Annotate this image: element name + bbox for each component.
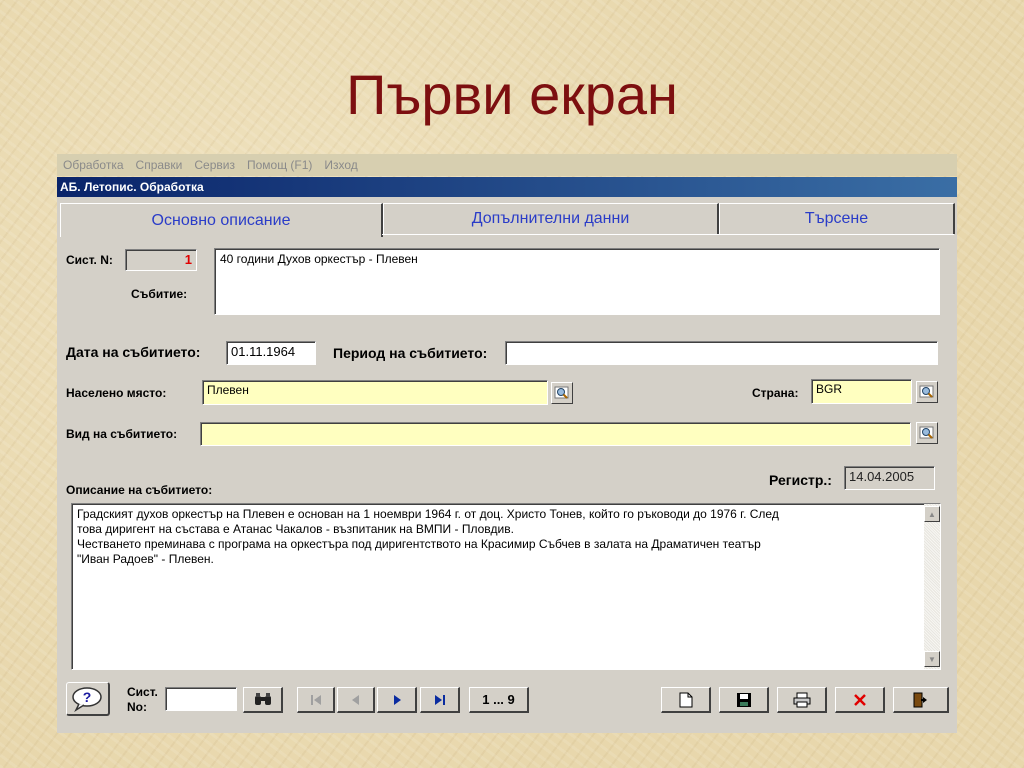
place-lookup-button[interactable] [551, 382, 573, 404]
first-record-button[interactable] [297, 687, 335, 713]
date-label: Дата на събитието: [66, 344, 201, 360]
event-type-field[interactable] [200, 422, 911, 446]
binoculars-icon [254, 692, 271, 705]
record-range-button[interactable]: 1 ... 9 [469, 687, 529, 713]
event-field[interactable]: 40 години Духов оркестър - Плевен [214, 248, 940, 315]
menu-bar: Обработка Справки Сервиз Помощ (F1) Изхо… [57, 154, 957, 176]
delete-x-icon [853, 693, 866, 706]
sys-no-label-line1: Сист. [127, 685, 158, 699]
registered-label: Регистр.: [769, 472, 832, 488]
country-lookup-button[interactable] [916, 381, 938, 403]
tab-additional-data[interactable]: Допълнителни данни [383, 203, 719, 234]
place-label: Населено място: [66, 386, 167, 400]
exit-door-icon [913, 692, 927, 707]
window-title: АБ. Летопис. Обработка [60, 180, 204, 194]
lookup-search-icon [919, 426, 934, 439]
slide-title: Първи екран [346, 63, 678, 126]
description-line: това диригент на състава е Атанас Чакало… [77, 522, 514, 536]
tab-divider [382, 234, 954, 235]
scroll-down-button[interactable]: ▼ [924, 651, 940, 667]
search-button[interactable] [243, 687, 283, 713]
next-record-icon [393, 694, 401, 705]
help-button[interactable]: ? [66, 682, 110, 716]
country-label: Страна: [752, 386, 799, 400]
description-line: Градският духов оркестър на Плевен е осн… [77, 507, 779, 521]
tab-main-description[interactable]: Основно описание [60, 203, 383, 237]
window-title-bar: АБ. Летопис. Обработка [57, 177, 957, 197]
help-glyph: ? [82, 689, 91, 705]
prev-record-button[interactable] [337, 687, 375, 713]
menu-item-processing[interactable]: Обработка [63, 158, 124, 172]
lookup-search-icon [554, 386, 569, 399]
menu-item-service[interactable]: Сервиз [194, 158, 235, 172]
delete-button[interactable] [835, 687, 885, 713]
lookup-search-icon [919, 385, 934, 398]
description-scrollbar[interactable]: ▲ ▼ [924, 504, 940, 669]
place-field[interactable]: Плевен [202, 380, 548, 405]
description-line: "Иван Радоев" - Плевен. [77, 552, 214, 566]
tab-search[interactable]: Търсене [719, 203, 955, 234]
help-icon: ? [71, 686, 102, 712]
print-button[interactable] [777, 687, 827, 713]
tab-strip: Основно описание Допълнителни данни Търс… [60, 203, 955, 237]
period-label: Период на събитието: [333, 345, 488, 361]
next-record-button[interactable] [377, 687, 417, 713]
save-button[interactable] [719, 687, 769, 713]
print-icon [793, 692, 810, 707]
date-field[interactable]: 01.11.1964 [226, 341, 316, 365]
period-field[interactable] [505, 341, 938, 365]
description-textarea[interactable]: Градският духов оркестър на Плевен е осн… [71, 503, 941, 670]
app-window: АБ. Летопис. Обработка Основно описание … [57, 177, 957, 733]
first-record-icon [310, 694, 321, 705]
sys-no-label-line2: No: [127, 700, 147, 714]
menu-item-exit[interactable]: Изход [324, 158, 357, 172]
tab-label: Търсене [804, 210, 869, 227]
description-line: Честването преминава с програма на оркес… [77, 537, 761, 551]
description-label: Описание на събитието: [66, 483, 213, 497]
event-label: Събитие: [131, 287, 188, 301]
sys-n-field: 1 [125, 249, 197, 271]
new-record-button[interactable] [661, 687, 711, 713]
sys-no-input[interactable] [165, 687, 237, 711]
registered-field: 14.04.2005 [844, 466, 935, 490]
prev-record-icon [351, 694, 359, 705]
event-type-label: Вид на събитието: [66, 427, 178, 441]
tab-label: Допълнителни данни [471, 210, 630, 227]
tab-label: Основно описание [151, 211, 291, 229]
exit-button[interactable] [893, 687, 949, 713]
save-disk-icon [736, 692, 751, 707]
event-type-lookup-button[interactable] [916, 422, 938, 444]
sys-n-label: Сист. N: [66, 253, 113, 267]
last-record-icon [434, 694, 445, 705]
new-document-icon [679, 692, 692, 707]
country-field[interactable]: BGR [811, 379, 912, 404]
menu-item-help[interactable]: Помощ (F1) [247, 158, 312, 172]
scroll-up-button[interactable]: ▲ [924, 506, 940, 522]
menu-item-reports[interactable]: Справки [136, 158, 183, 172]
last-record-button[interactable] [420, 687, 460, 713]
